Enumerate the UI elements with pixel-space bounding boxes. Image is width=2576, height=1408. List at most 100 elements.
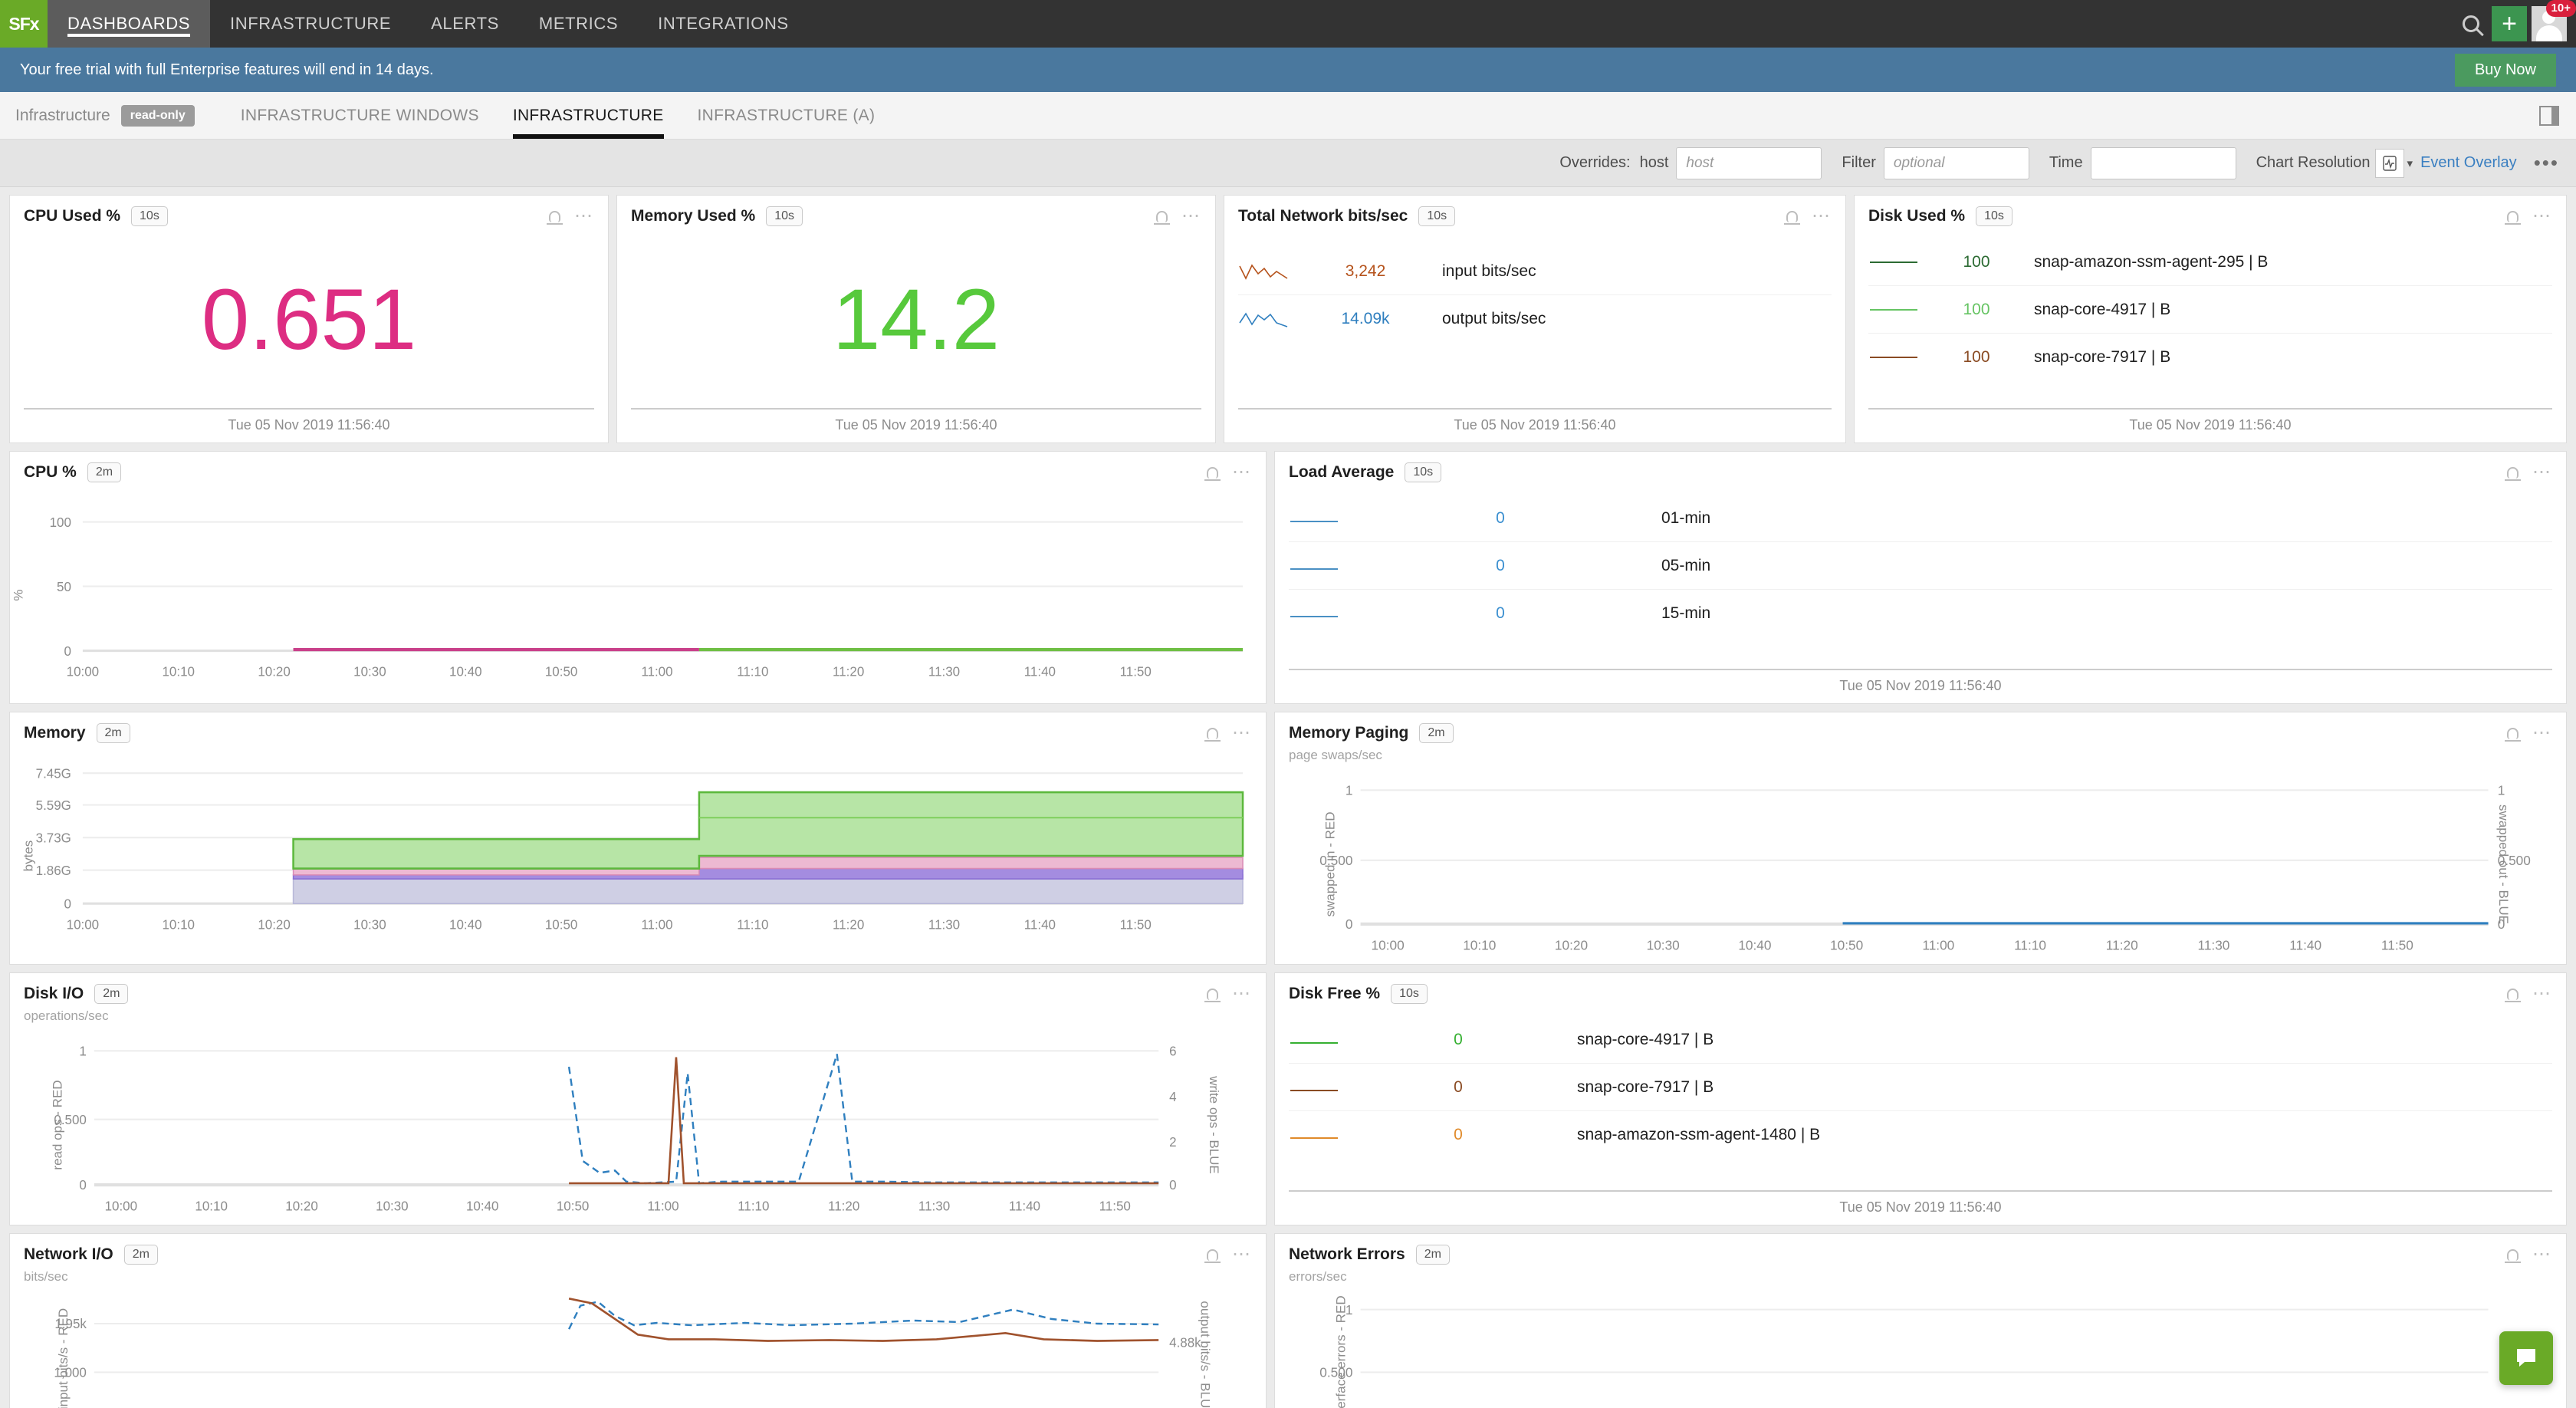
svg-text:11:40: 11:40 — [1024, 663, 1056, 679]
host-override-input[interactable]: host — [1676, 146, 1822, 179]
search-button[interactable] — [2450, 3, 2492, 44]
panel-kebab-menu-icon[interactable]: ⋯ — [1812, 206, 1832, 225]
svg-text:7.45G: 7.45G — [36, 765, 71, 781]
list-item[interactable]: 0 snap-core-7917 | B — [1289, 1064, 2552, 1111]
panel-memory[interactable]: Memory 2m ⋯ bytes 7.45G 5.59G 3.73G 1.86… — [9, 712, 1267, 965]
nav-item-infrastructure[interactable]: INFRASTRUCTURE — [210, 0, 411, 48]
svg-text:11:40: 11:40 — [1024, 916, 1056, 932]
panel-actions: ⋯ — [2505, 723, 2552, 742]
alert-bell-icon[interactable] — [547, 210, 563, 225]
panel-disk-free-percent[interactable]: Disk Free % 10s ⋯ 0 snap-core-4917 | B 0… — [1274, 972, 2567, 1225]
chart-resolution-label: Chart Resolution — [2256, 154, 2371, 171]
svg-text:3.73G: 3.73G — [36, 830, 71, 845]
svg-text:1: 1 — [1346, 1302, 1353, 1318]
panel-kebab-menu-icon[interactable]: ⋯ — [2532, 462, 2552, 482]
panel-memory-used-percent[interactable]: Memory Used % 10s ⋯ 14.2 Tue 05 Nov 2019… — [616, 195, 1216, 443]
panel-cpu-percent[interactable]: CPU % 2m ⋯ % 100 50 0 10:00 10:10 10:20 … — [9, 451, 1267, 704]
svg-text:11:00: 11:00 — [647, 1198, 678, 1213]
signalfx-logo[interactable]: SFx — [0, 0, 48, 48]
panel-memory-paging[interactable]: Memory Paging 2m ⋯ page swaps/sec swappe… — [1274, 712, 2567, 965]
tab-infrastructure-windows[interactable]: INFRASTRUCTURE WINDOWS — [224, 92, 496, 139]
svg-text:10:00: 10:00 — [67, 663, 99, 679]
list-item[interactable]: 3,242 input bits/sec — [1238, 248, 1832, 295]
cpu-used-value: 0.651 — [201, 271, 417, 367]
svg-text:11:20: 11:20 — [2106, 937, 2138, 952]
list-item[interactable]: 100 snap-core-4917 | B — [1868, 286, 2552, 334]
alert-bell-icon[interactable] — [2505, 466, 2521, 481]
svg-text:0: 0 — [64, 643, 71, 658]
panel-kebab-menu-icon[interactable]: ⋯ — [2532, 723, 2552, 742]
chart-body[interactable]: input bits/s - RED output bits/s - BLUE … — [10, 1286, 1266, 1408]
panel-kebab-menu-icon[interactable]: ⋯ — [1232, 1245, 1252, 1264]
panel-network-io[interactable]: Network I/O 2m ⋯ bits/sec input bits/s -… — [9, 1233, 1267, 1408]
chevron-down-icon[interactable]: ▾ — [2407, 156, 2413, 170]
sparkline-icon — [1290, 1089, 1338, 1091]
chart-resolution-icon[interactable] — [2374, 148, 2404, 178]
panel-total-network-bits-sec[interactable]: Total Network bits/sec 10s ⋯ 3,242 input… — [1224, 195, 1846, 443]
chart-body[interactable]: swapped in - RED swapped out - BLUE 1 0.… — [1275, 765, 2566, 964]
alert-bell-icon[interactable] — [2505, 1248, 2521, 1263]
time-input[interactable] — [2090, 146, 2236, 179]
nav-item-integrations[interactable]: INTEGRATIONS — [638, 0, 809, 48]
alert-bell-icon[interactable] — [1204, 1248, 1221, 1263]
panel-actions: ⋯ — [2505, 462, 2552, 482]
nav-label: INTEGRATIONS — [658, 14, 789, 33]
list-item[interactable]: 0 snap-amazon-ssm-agent-1480 | B — [1289, 1111, 2552, 1159]
list-item[interactable]: 100 snap-core-7917 | B — [1868, 334, 2552, 381]
alert-bell-icon[interactable] — [1204, 727, 1221, 742]
panel-kebab-menu-icon[interactable]: ⋯ — [574, 206, 594, 225]
alert-bell-icon[interactable] — [2505, 727, 2521, 742]
buy-now-button[interactable]: Buy Now — [2454, 53, 2556, 87]
panel-disk-used-percent[interactable]: Disk Used % 10s ⋯ 100 snap-amazon-ssm-ag… — [1854, 195, 2567, 443]
panel-network-errors[interactable]: Network Errors 2m ⋯ errors/sec interface… — [1274, 1233, 2567, 1408]
list-item[interactable]: 0 01-min — [1289, 495, 2552, 542]
chart-body[interactable]: bytes 7.45G 5.59G 3.73G 1.86G 0 10:00 10… — [10, 748, 1266, 964]
tab-infrastructure[interactable]: INFRASTRUCTURE — [496, 92, 681, 139]
svg-text:50: 50 — [57, 579, 71, 594]
panel-kebab-menu-icon[interactable]: ⋯ — [1232, 462, 1252, 482]
list-item[interactable]: 100 snap-amazon-ssm-agent-295 | B — [1868, 239, 2552, 286]
side-panel-toggle-icon[interactable] — [2539, 105, 2559, 126]
chart-body[interactable]: interface errors - RED 1 0.500 — [1275, 1286, 2566, 1408]
list-item[interactable]: 0 snap-core-4917 | B — [1289, 1016, 2552, 1064]
nav-item-alerts[interactable]: ALERTS — [411, 0, 519, 48]
chart-body[interactable]: read ops - RED write ops - BLUE 1 0.500 … — [10, 1025, 1266, 1225]
list-item[interactable]: 0 15-min — [1289, 590, 2552, 637]
panel-kebab-menu-icon[interactable]: ⋯ — [2532, 984, 2552, 1003]
chart-body[interactable]: % 100 50 0 10:00 10:10 10:20 10:30 10:40… — [10, 487, 1266, 703]
toolbar-kebab-menu-icon[interactable]: ••• — [2534, 151, 2559, 175]
chart-unit-label: bits/sec — [24, 1269, 68, 1284]
alert-bell-icon[interactable] — [1204, 988, 1221, 1002]
list-item[interactable]: 14.09k output bits/sec — [1238, 295, 1832, 343]
list-item[interactable]: 0 05-min — [1289, 542, 2552, 590]
panel-kebab-menu-icon[interactable]: ⋯ — [1232, 723, 1252, 742]
sparkline-icon — [1870, 308, 1917, 311]
metric-value: 0 — [1454, 1077, 1463, 1096]
alert-bell-icon[interactable] — [2505, 988, 2521, 1002]
filter-input[interactable]: optional — [1883, 146, 2029, 179]
panel-kebab-menu-icon[interactable]: ⋯ — [1181, 206, 1201, 225]
tab-infrastructure-a[interactable]: INFRASTRUCTURE (A) — [681, 92, 892, 139]
alert-bell-icon[interactable] — [1784, 210, 1800, 225]
panel-cpu-used-percent[interactable]: CPU Used % 10s ⋯ 0.651 Tue 05 Nov 2019 1… — [9, 195, 609, 443]
alert-bell-icon[interactable] — [1154, 210, 1170, 225]
dashboard-row-2: CPU % 2m ⋯ % 100 50 0 10:00 10:10 10:20 … — [9, 451, 2567, 704]
panel-kebab-menu-icon[interactable]: ⋯ — [2532, 206, 2552, 225]
nav-item-metrics[interactable]: METRICS — [519, 0, 638, 48]
panel-disk-io[interactable]: Disk I/O 2m ⋯ operations/sec read ops - … — [9, 972, 1267, 1225]
svg-text:0: 0 — [64, 896, 71, 911]
metric-value: 100 — [1963, 252, 1990, 271]
alert-bell-icon[interactable] — [2505, 210, 2521, 225]
plus-icon[interactable]: + — [2492, 6, 2527, 41]
panel-resolution-badge: 10s — [1391, 984, 1428, 1004]
svg-text:10:10: 10:10 — [1463, 937, 1496, 952]
user-avatar-button[interactable]: 10+ — [2532, 0, 2576, 41]
event-overlay-button[interactable]: Event Overlay — [2420, 154, 2517, 172]
panel-kebab-menu-icon[interactable]: ⋯ — [2532, 1245, 2552, 1264]
chat-support-button[interactable] — [2499, 1331, 2553, 1385]
panel-kebab-menu-icon[interactable]: ⋯ — [1232, 984, 1252, 1003]
panel-resolution-badge: 10s — [1418, 206, 1456, 226]
alert-bell-icon[interactable] — [1204, 466, 1221, 481]
nav-item-dashboards[interactable]: DASHBOARDS — [48, 0, 211, 48]
panel-load-average[interactable]: Load Average 10s ⋯ 0 01-min 0 05-min 0 1… — [1274, 451, 2567, 704]
